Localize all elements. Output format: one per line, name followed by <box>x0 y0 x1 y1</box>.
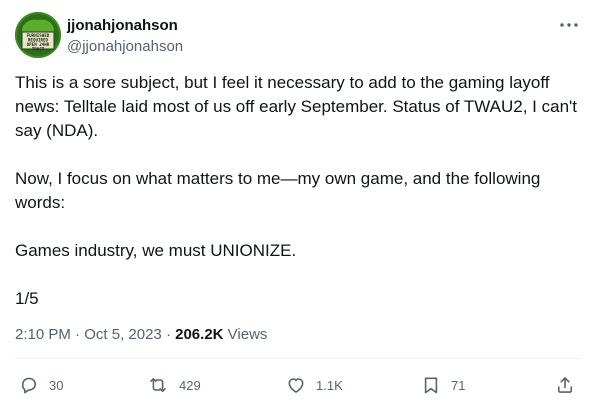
repost-button[interactable]: 429 <box>147 366 201 404</box>
repost-count: 429 <box>179 377 201 393</box>
avatar[interactable]: FURNISHED REQUIRED OPEN 24HR TRACT <box>15 12 61 58</box>
handle[interactable]: @jjonahjonahson <box>67 37 183 56</box>
more-icon[interactable] <box>558 16 580 34</box>
tweet-text: This is a sore subject, but I feel it ne… <box>15 73 577 308</box>
bookmark-count: 71 <box>451 377 466 393</box>
display-name[interactable]: jjonahjonahson <box>67 16 183 35</box>
like-icon <box>286 375 306 395</box>
meta-separator: · <box>70 326 85 343</box>
share-icon <box>555 375 575 395</box>
divider <box>15 358 581 359</box>
action-bar: 30 429 1.1K 71 <box>15 366 581 404</box>
tweet-header: FURNISHED REQUIRED OPEN 24HR TRACT jjona… <box>15 12 585 58</box>
author-names: jjonahjonahson @jjonahjonahson <box>67 16 183 56</box>
share-button[interactable] <box>555 366 575 404</box>
views-count: 206.2K <box>175 326 224 343</box>
repost-icon <box>147 375 169 395</box>
reply-icon <box>19 375 39 395</box>
bookmark-icon <box>421 375 441 395</box>
tweet-time[interactable]: 2:10 PM <box>15 326 71 343</box>
bookmark-button[interactable]: 71 <box>421 366 465 404</box>
reply-count: 30 <box>49 377 64 393</box>
tweet-date[interactable]: Oct 5, 2023 <box>84 326 162 343</box>
avatar-line-4: TRACT <box>32 47 45 52</box>
reply-button[interactable]: 30 <box>19 366 63 404</box>
like-count: 1.1K <box>316 377 343 393</box>
meta-separator: · <box>161 326 176 343</box>
views-label: Views <box>223 326 268 343</box>
tweet-meta: 2:10 PM · Oct 5, 2023 · 206.2K Views <box>15 325 267 345</box>
like-button[interactable]: 1.1K <box>286 366 343 404</box>
